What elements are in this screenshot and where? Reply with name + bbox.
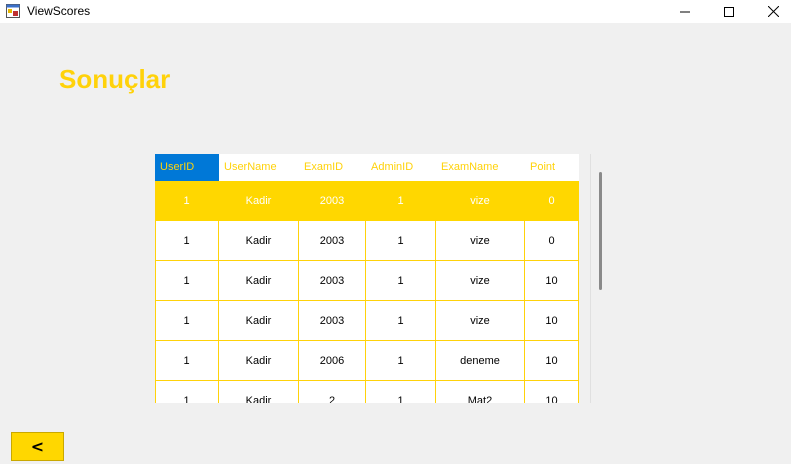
close-icon — [767, 6, 779, 17]
cell-examname[interactable]: deneme — [436, 341, 525, 381]
table-row[interactable]: 1 Kadir 2003 1 vize 0 — [155, 181, 579, 221]
cell-userid[interactable]: 1 — [155, 181, 219, 221]
cell-adminid[interactable]: 1 — [366, 261, 436, 301]
scrollbar-thumb[interactable] — [599, 172, 602, 290]
grid-header: UserID UserName ExamID AdminID ExamName Point — [155, 154, 579, 181]
column-header-examname[interactable]: ExamName — [436, 154, 525, 181]
cell-userid[interactable]: 1 — [155, 261, 219, 301]
cell-examid[interactable]: 2006 — [299, 341, 366, 381]
table-row[interactable]: 1 Kadir 2006 1 deneme 10 — [155, 341, 579, 381]
cell-userid[interactable]: 1 — [155, 301, 219, 341]
cell-userid[interactable]: 1 — [155, 381, 219, 403]
table-row[interactable]: 1 Kadir 2003 1 vize 10 — [155, 301, 579, 341]
cell-adminid[interactable]: 1 — [366, 301, 436, 341]
cell-point[interactable]: 0 — [525, 221, 579, 261]
cell-point[interactable]: 10 — [525, 341, 579, 381]
cell-username[interactable]: Kadir — [219, 181, 299, 221]
cell-username[interactable]: Kadir — [219, 381, 299, 403]
column-header-examid[interactable]: ExamID — [299, 154, 366, 181]
maximize-button[interactable] — [706, 0, 752, 23]
close-button[interactable] — [750, 0, 791, 23]
cell-point[interactable]: 10 — [525, 381, 579, 403]
scores-grid[interactable]: UserID UserName ExamID AdminID ExamName Point… — [155, 154, 579, 403]
cell-point[interactable]: 10 — [525, 261, 579, 301]
cell-examid[interactable]: 2 — [299, 381, 366, 403]
column-header-point[interactable]: Point — [525, 154, 579, 181]
cell-adminid[interactable]: 1 — [366, 341, 436, 381]
vertical-scrollbar[interactable] — [590, 154, 607, 403]
cell-point[interactable]: 0 — [525, 181, 579, 221]
cell-adminid[interactable]: 1 — [366, 381, 436, 403]
table-row[interactable]: 1 Kadir 2 1 Mat2 10 — [155, 381, 579, 403]
cell-userid[interactable]: 1 — [155, 341, 219, 381]
cell-examid[interactable]: 2003 — [299, 261, 366, 301]
cell-adminid[interactable]: 1 — [366, 221, 436, 261]
back-button[interactable]: < — [11, 432, 64, 461]
cell-adminid[interactable]: 1 — [366, 181, 436, 221]
cell-examid[interactable]: 2003 — [299, 301, 366, 341]
grid-left-border — [155, 181, 156, 403]
table-row[interactable]: 1 Kadir 2003 1 vize 10 — [155, 261, 579, 301]
window-title: ViewScores — [27, 4, 91, 18]
cell-examname[interactable]: vize — [436, 301, 525, 341]
cell-username[interactable]: Kadir — [219, 221, 299, 261]
cell-point[interactable]: 10 — [525, 301, 579, 341]
cell-examname[interactable]: vize — [436, 261, 525, 301]
cell-examid[interactable]: 2003 — [299, 181, 366, 221]
cell-examname[interactable]: vize — [436, 181, 525, 221]
page-title: Sonuçlar — [59, 64, 171, 94]
minimize-button[interactable] — [662, 0, 708, 23]
column-header-adminid[interactable]: AdminID — [366, 154, 436, 181]
column-header-userid[interactable]: UserID — [155, 154, 219, 181]
cell-examname[interactable]: Mat2 — [436, 381, 525, 403]
cell-username[interactable]: Kadir — [219, 341, 299, 381]
minimize-icon — [680, 11, 690, 12]
cell-username[interactable]: Kadir — [219, 261, 299, 301]
cell-examname[interactable]: vize — [436, 221, 525, 261]
app-window-icon — [6, 4, 20, 18]
cell-userid[interactable]: 1 — [155, 221, 219, 261]
title-bar: ViewScores — [0, 0, 791, 23]
cell-examid[interactable]: 2003 — [299, 221, 366, 261]
cell-username[interactable]: Kadir — [219, 301, 299, 341]
table-row[interactable]: 1 Kadir 2003 1 vize 0 — [155, 221, 579, 261]
column-header-username[interactable]: UserName — [219, 154, 299, 181]
maximize-icon — [724, 6, 734, 17]
